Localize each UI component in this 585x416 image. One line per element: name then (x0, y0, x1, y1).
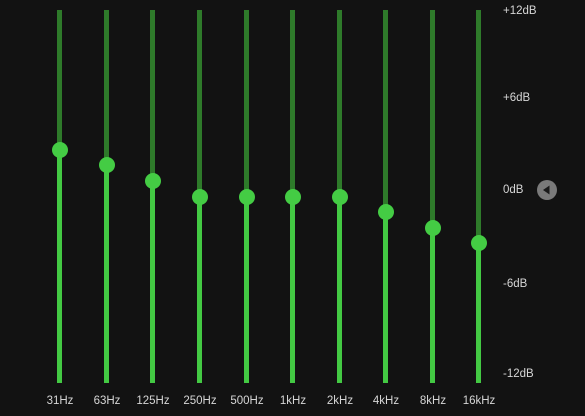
slider-knob[interactable] (192, 188, 208, 205)
triangle-left-icon (543, 185, 550, 195)
band-16khz: 16kHz (463, 0, 495, 416)
band-125hz: 125Hz (136, 0, 170, 416)
slider-track[interactable] (150, 10, 155, 383)
band-1khz: 1kHz (278, 0, 308, 416)
slider-knob[interactable] (471, 235, 487, 252)
band-2khz: 2kHz (325, 0, 355, 416)
slider-fill (430, 227, 435, 383)
slider-knob[interactable] (52, 141, 68, 158)
slider-track[interactable] (104, 10, 109, 383)
slider-track[interactable] (476, 10, 481, 383)
slider-fill (197, 196, 202, 383)
slider-fill (337, 196, 342, 383)
band-31hz: 31Hz (45, 0, 75, 416)
slider-track[interactable] (430, 10, 435, 383)
band-250hz: 250Hz (183, 0, 217, 416)
slider-knob[interactable] (99, 157, 115, 174)
band-500hz: 500Hz (230, 0, 264, 416)
slider-fill (476, 243, 481, 383)
slider-knob[interactable] (285, 188, 301, 205)
slider-fill (244, 196, 249, 383)
slider-knob[interactable] (425, 219, 441, 236)
scale-label-plus-6db: +6dB (503, 92, 531, 104)
scale-label-0db: 0dB (503, 184, 524, 196)
slider-fill (150, 180, 155, 383)
slider-knob[interactable] (239, 188, 255, 205)
slider-track[interactable] (383, 10, 388, 383)
scale-label-minus-6db: -6dB (503, 278, 528, 290)
slider-fill (383, 212, 388, 383)
slider-fill (290, 196, 295, 383)
band-63hz: 63Hz (92, 0, 122, 416)
band-8khz: 8kHz (418, 0, 448, 416)
slider-knob[interactable] (378, 204, 394, 221)
scale-label-minus-12db: -12dB (503, 368, 534, 380)
slider-track[interactable] (57, 10, 62, 383)
scale-label-plus-12db: +12dB (503, 5, 537, 17)
slider-knob[interactable] (145, 172, 161, 189)
slider-fill (104, 165, 109, 383)
band-label: 16kHz (462, 395, 496, 407)
band-4khz: 4kHz (371, 0, 401, 416)
reset-button[interactable] (537, 180, 557, 200)
slider-fill (57, 149, 62, 383)
equalizer-panel: 31Hz 63Hz 125Hz 250Hz 500Hz 1kHz 2kHz 4k… (0, 0, 585, 416)
slider-knob[interactable] (332, 188, 348, 205)
